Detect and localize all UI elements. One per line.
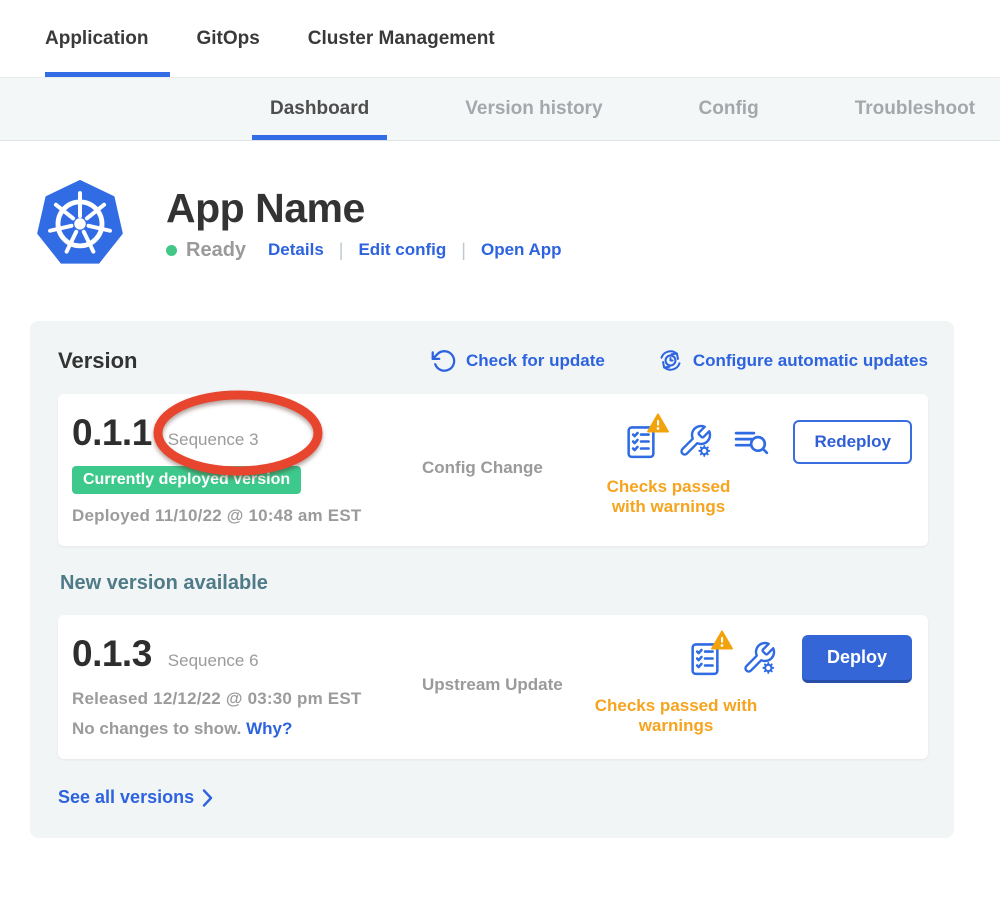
new-version-number: 0.1.3 xyxy=(72,633,152,675)
scheduled-sync-clock-icon xyxy=(657,347,684,374)
link-separator: | xyxy=(339,240,344,261)
details-link[interactable]: Details xyxy=(268,240,324,260)
page-title: App Name xyxy=(166,185,562,232)
see-all-versions-link[interactable]: See all versions xyxy=(58,787,214,808)
tab-dashboard[interactable]: Dashboard xyxy=(252,78,387,140)
current-version-number: 0.1.1 xyxy=(72,412,152,454)
version-source-label: Upstream Update xyxy=(422,675,563,695)
file-diff-magnifier-icon[interactable] xyxy=(732,423,770,461)
app-status: Ready xyxy=(186,239,246,262)
current-version-card: 0.1.1 Sequence 3 Currently deployed vers… xyxy=(58,394,928,546)
refresh-ccw-icon xyxy=(431,348,457,374)
wrench-gear-icon[interactable] xyxy=(677,423,715,461)
preflight-checks-icon[interactable] xyxy=(686,640,724,678)
no-changes-text: No changes to show. xyxy=(72,719,241,738)
redeploy-button[interactable]: Redeploy xyxy=(793,420,912,464)
new-sequence-label: Sequence 6 xyxy=(168,651,259,671)
new-version-available-heading: New version available xyxy=(60,572,928,595)
check-for-update-link[interactable]: Check for update xyxy=(431,348,605,374)
version-heading: Version xyxy=(58,348,137,374)
link-separator: | xyxy=(461,240,466,261)
warning-triangle-icon xyxy=(711,630,733,650)
see-all-versions-label: See all versions xyxy=(58,787,194,808)
kubernetes-logo-icon xyxy=(36,177,124,269)
preflight-status-text: Checks passed with warnings xyxy=(590,477,912,517)
edit-config-link[interactable]: Edit config xyxy=(358,240,446,260)
tab-version-history[interactable]: Version history xyxy=(447,78,620,140)
open-app-link[interactable]: Open App xyxy=(481,240,562,260)
tab-troubleshoot[interactable]: Troubleshoot xyxy=(837,78,993,140)
configure-automatic-updates-label: Configure automatic updates xyxy=(693,351,928,371)
app-header: App Name Ready Details | Edit config | O… xyxy=(36,177,1000,269)
wrench-gear-icon[interactable] xyxy=(741,640,779,678)
currently-deployed-badge: Currently deployed version xyxy=(72,466,301,494)
deployed-timestamp: Deployed 11/10/22 @ 10:48 am EST xyxy=(72,506,422,526)
tab-gitops[interactable]: GitOps xyxy=(196,0,281,77)
check-for-update-label: Check for update xyxy=(466,351,605,371)
configure-automatic-updates-link[interactable]: Configure automatic updates xyxy=(657,347,928,374)
version-panel: Version Check for update xyxy=(30,321,954,838)
preflight-checks-icon[interactable] xyxy=(622,423,660,461)
tab-application[interactable]: Application xyxy=(45,0,170,77)
ready-status-dot-icon xyxy=(166,245,177,256)
chevron-right-icon xyxy=(202,789,214,807)
released-timestamp: Released 12/12/22 @ 03:30 pm EST xyxy=(72,689,422,709)
deploy-button[interactable]: Deploy xyxy=(802,635,912,683)
preflight-status-text: Checks passed with warnings xyxy=(590,696,912,736)
tab-config[interactable]: Config xyxy=(681,78,777,140)
why-link[interactable]: Why? xyxy=(246,719,292,738)
version-source-label: Config Change xyxy=(422,458,543,478)
current-sequence-label: Sequence 3 xyxy=(168,430,259,450)
warning-triangle-icon xyxy=(647,413,669,433)
tab-cluster-management[interactable]: Cluster Management xyxy=(308,0,517,77)
primary-nav: Application GitOps Cluster Management xyxy=(0,0,1000,77)
new-version-card: 0.1.3 Sequence 6 Released 12/12/22 @ 03:… xyxy=(58,615,928,759)
app-sub-nav: Dashboard Version history Config Trouble… xyxy=(0,77,1000,141)
